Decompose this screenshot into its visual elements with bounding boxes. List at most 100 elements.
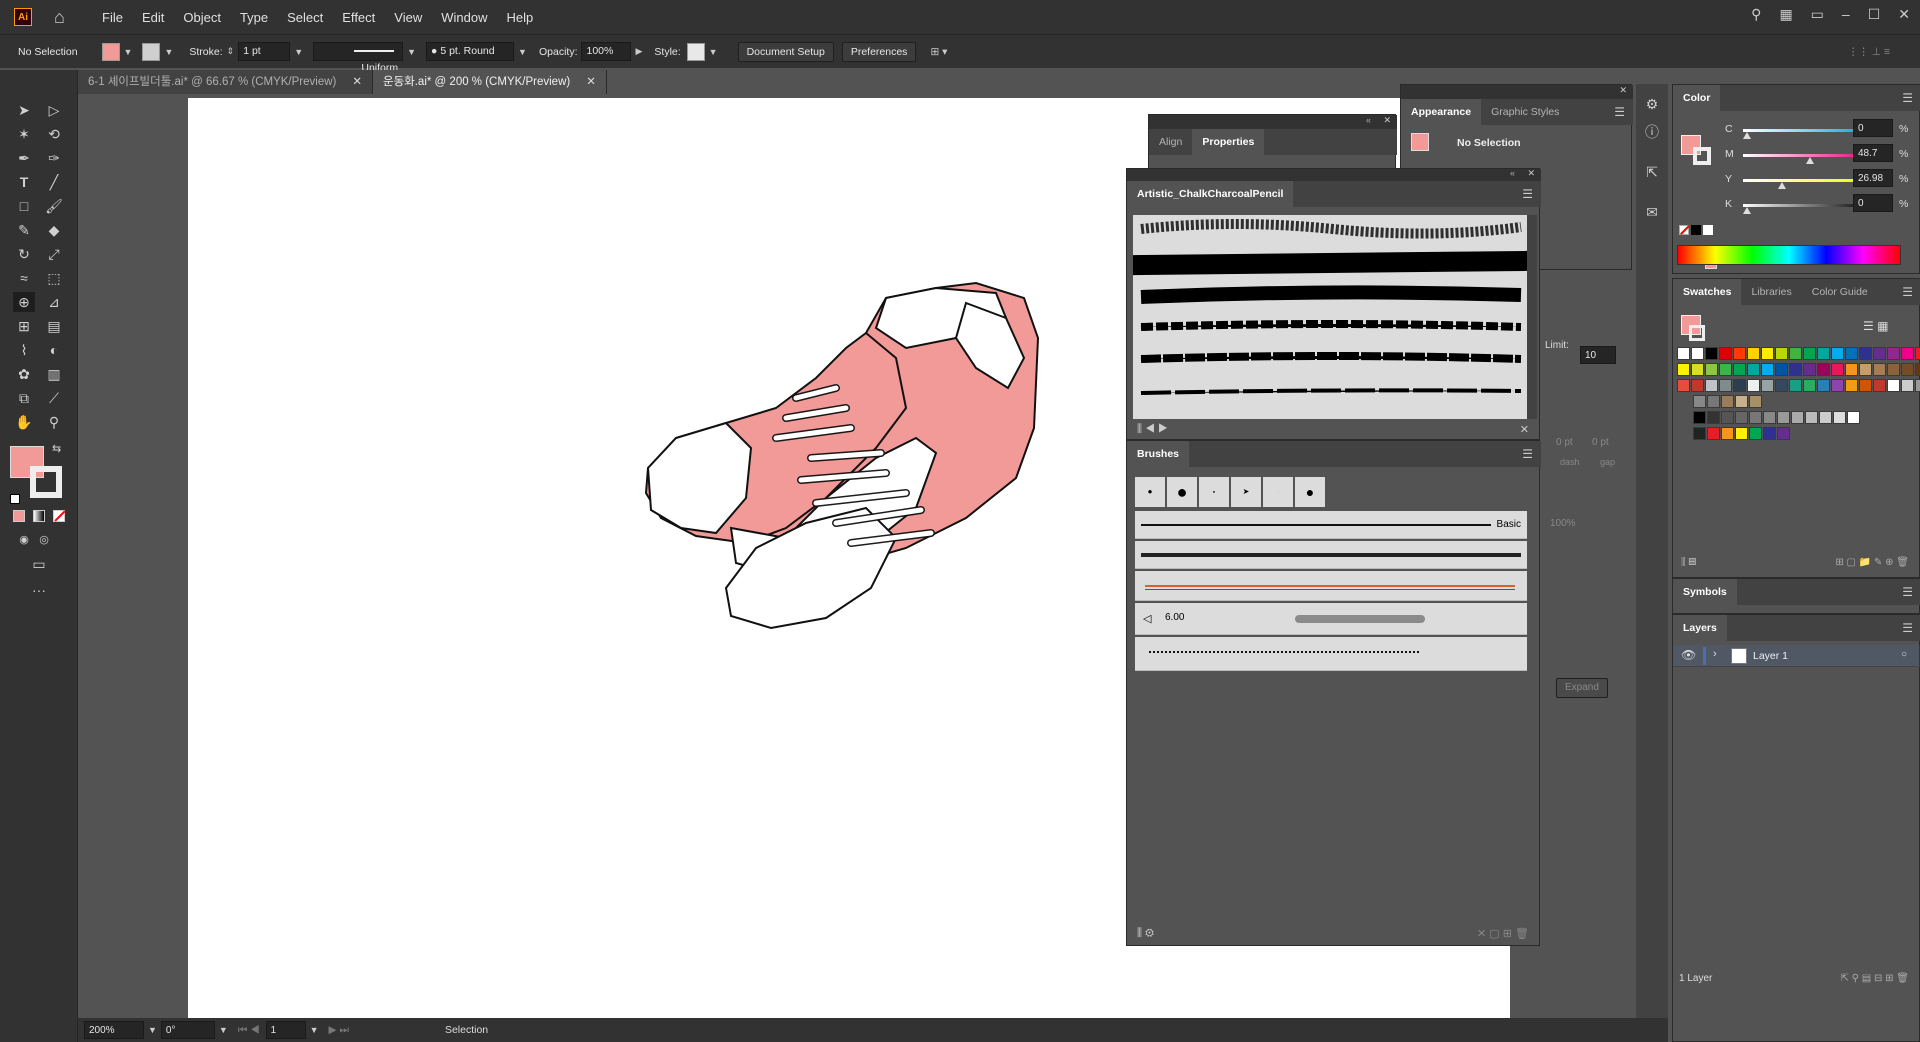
chevron-down-icon[interactable]: ▼ <box>310 1025 319 1035</box>
swatch-chip[interactable] <box>1777 411 1790 424</box>
remove-brush-icon[interactable]: ✕ <box>1520 423 1529 436</box>
layer-name[interactable]: Layer 1 <box>1753 650 1788 662</box>
swatch-chip[interactable] <box>1789 379 1802 392</box>
opacity-field[interactable]: 100% <box>581 42 632 61</box>
menu-select[interactable]: Select <box>287 10 323 25</box>
stroke-color-box[interactable] <box>30 466 62 498</box>
eraser-icon[interactable]: ◆ <box>43 220 65 240</box>
curvature-tool-icon[interactable]: ✑ <box>43 148 65 168</box>
swatch-chip[interactable] <box>1747 363 1760 376</box>
collapse-icon[interactable]: « <box>1366 115 1371 125</box>
swatch-chip[interactable] <box>1749 427 1762 440</box>
color-spectrum[interactable] <box>1677 245 1901 265</box>
arrange-documents-icon[interactable]: ▦ <box>1779 6 1792 23</box>
tab-chalk-charcoal-pencil[interactable]: Artistic_ChalkCharcoalPencil <box>1127 181 1294 207</box>
swatch-chip[interactable] <box>1677 379 1690 392</box>
close-icon[interactable]: ✕ <box>1527 168 1535 179</box>
variable-width-profile[interactable]: Uniform <box>313 42 404 74</box>
swatch-chip[interactable] <box>1817 347 1830 360</box>
search-icon[interactable]: ⚲ <box>1751 6 1761 23</box>
swatch-chip[interactable] <box>1761 347 1774 360</box>
chevron-down-icon[interactable]: ▼ <box>518 47 527 57</box>
brush-stroke-list[interactable] <box>1130 215 1532 419</box>
rectangle-tool-icon[interactable]: □ <box>13 196 35 216</box>
chevron-right-icon[interactable]: ▶ <box>635 46 642 57</box>
swatch-chip[interactable] <box>1719 363 1732 376</box>
rotate-tool-icon[interactable]: ↻ <box>13 244 35 264</box>
gap-field-value[interactable]: 0 pt <box>1592 437 1609 448</box>
eyedropper-icon[interactable]: ⌇ <box>13 340 35 360</box>
fill-swatch[interactable] <box>101 42 120 61</box>
swatch-chip[interactable] <box>1677 363 1690 376</box>
stroke-swatch[interactable] <box>142 42 161 61</box>
channel-c-field[interactable]: 0 <box>1853 119 1893 137</box>
style-swatch[interactable] <box>686 42 705 61</box>
swatch-chip[interactable] <box>1763 427 1776 440</box>
swatch-chip[interactable] <box>1859 363 1872 376</box>
brush-dot-small[interactable]: ● <box>1135 477 1165 507</box>
close-icon[interactable]: ✕ <box>1383 115 1391 126</box>
panel-menu-icon[interactable]: ☰ <box>1614 105 1625 119</box>
slider-thumb[interactable] <box>1778 182 1787 189</box>
expand-button[interactable]: Expand <box>1556 678 1608 698</box>
rotate-field[interactable]: 0° <box>160 1021 215 1039</box>
tab-align[interactable]: Align <box>1149 129 1192 155</box>
swatch-chip[interactable] <box>1707 395 1720 408</box>
tab-color-guide[interactable]: Color Guide <box>1802 279 1878 305</box>
zoom-field[interactable]: 200% <box>84 1021 144 1039</box>
chevron-down-icon[interactable]: ▼ <box>407 47 416 57</box>
swatch-chip[interactable] <box>1831 347 1844 360</box>
brush-libraries-icon[interactable]: ⫼ ⚙ <box>1137 927 1154 940</box>
panel-menu-icon[interactable]: ☰ <box>1522 447 1533 461</box>
arrange-icon[interactable]: ⊞ ▾ <box>930 46 947 58</box>
chevron-down-icon[interactable]: ▼ <box>164 47 173 57</box>
swatch-chip[interactable] <box>1833 411 1846 424</box>
swatch-libraries-icon[interactable]: ⫼ ▤ <box>1681 557 1696 568</box>
info-icon[interactable]: ⓘ <box>1641 122 1663 142</box>
swatch-chip[interactable] <box>1887 379 1900 392</box>
workspace-icon[interactable]: ▭ <box>1811 6 1824 23</box>
swatch-chip[interactable] <box>1691 363 1704 376</box>
slice-tool-icon[interactable]: ⟋ <box>43 388 65 408</box>
export-icon[interactable]: ⇱ <box>1641 162 1663 182</box>
sneakers-artwork[interactable] <box>636 248 1136 668</box>
swatch-chip[interactable] <box>1817 363 1830 376</box>
menu-object[interactable]: Object <box>183 10 221 25</box>
gradient-mode-icon[interactable] <box>33 510 45 522</box>
scale-tool-icon[interactable]: ⤢ <box>43 244 65 264</box>
swatch-chip[interactable] <box>1817 379 1830 392</box>
pen-tool-icon[interactable]: ✒ <box>13 148 35 168</box>
collapse-icon[interactable]: « <box>1510 168 1515 178</box>
swatch-chip[interactable] <box>1705 347 1718 360</box>
swatch-chip[interactable] <box>1763 411 1776 424</box>
minimize-icon[interactable]: – <box>1842 6 1850 23</box>
more-tools-icon[interactable]: ··· <box>28 580 50 600</box>
swatch-chip[interactable] <box>1859 379 1872 392</box>
tab-layers[interactable]: Layers <box>1673 615 1727 641</box>
brush-dash[interactable]: ➤ <box>1231 477 1261 507</box>
swatch-chip[interactable] <box>1677 347 1690 360</box>
swatch-chip[interactable] <box>1901 347 1914 360</box>
tab-document-1[interactable]: 6-1 셰이프빌더툴.ai* @ 66.67 % (CMYK/Preview) ✕ <box>78 70 373 94</box>
swatch-chip[interactable] <box>1803 347 1816 360</box>
brush-bristle[interactable]: ◁ 6.00 <box>1135 603 1527 635</box>
tab-brushes[interactable]: Brushes <box>1127 441 1190 467</box>
swatch-chip[interactable] <box>1831 363 1844 376</box>
swatch-chip[interactable] <box>1705 379 1718 392</box>
menu-help[interactable]: Help <box>506 10 533 25</box>
swatch-chip[interactable] <box>1707 427 1720 440</box>
draw-normal-icon[interactable]: ◉ <box>13 530 35 550</box>
swatch-chip[interactable] <box>1733 379 1746 392</box>
graph-tool-icon[interactable]: ▥ <box>43 364 65 384</box>
panel-menu-icon[interactable]: ☰ <box>1902 585 1913 599</box>
swatch-chip[interactable] <box>1789 363 1802 376</box>
chevron-down-icon[interactable]: ▼ <box>709 47 718 57</box>
swatch-chip[interactable] <box>1761 379 1774 392</box>
swatch-chip[interactable] <box>1915 347 1920 360</box>
swatch-chip[interactable] <box>1735 395 1748 408</box>
paintbrush-icon[interactable]: 🖌 <box>43 196 65 216</box>
swatch-chip[interactable] <box>1721 411 1734 424</box>
brush-library-menu-icon[interactable]: ⫼ ◀ ▶ <box>1137 423 1168 436</box>
dash-field-value[interactable]: 0 pt <box>1556 437 1573 448</box>
swatch-chip[interactable] <box>1719 379 1732 392</box>
